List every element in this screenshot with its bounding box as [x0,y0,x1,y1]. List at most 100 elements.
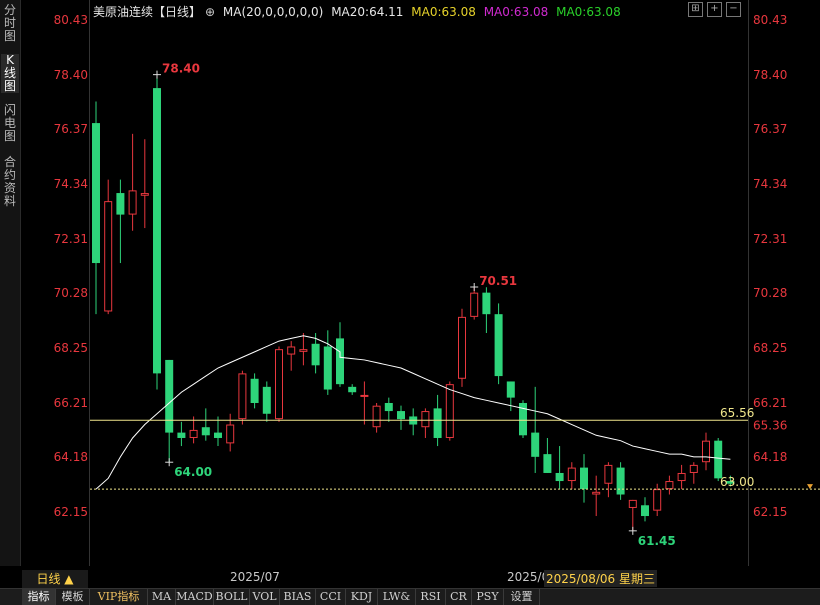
time-label: 2025/0 [507,570,550,584]
price-tick-label: 62.15 [53,505,88,519]
candle-body [372,405,381,428]
price-tick-label: 74.34 [53,176,88,191]
price-tick-label: 70.28 [53,286,88,301]
candle-body [421,411,430,428]
candle-body [323,346,332,390]
candle-body [250,378,259,403]
candle-body [458,316,466,379]
candle-body [397,411,405,420]
price-tick-label: 70.28 [753,286,788,301]
price-tick-label: 68.25 [53,340,88,355]
period-tag: 【日线】 [153,5,202,19]
candle-body [641,505,649,517]
price-tick-label: 78.40 [53,67,88,82]
indicator-tab[interactable]: VIP指标 [90,589,148,605]
left-tab-strip: 分时图 K线图 闪电图 合约资料 [0,0,21,566]
horizontal-line-label: 63.00 [720,475,754,489]
candle-body [189,429,198,438]
indicator-tab-bar: 指标 模板 VIP指标 MA MACD BOLL VOL BIAS CCI KDJ LW& RSI CR… [0,588,820,605]
candle-body [543,454,552,473]
price-tick-label: 80.43 [53,13,88,27]
candle-body [165,359,174,433]
indicator-tab[interactable]: CR [446,589,472,605]
extreme-value-label: 61.45 [638,534,676,548]
extreme-value-label: 70.51 [479,274,517,288]
price-tick-label: 74.34 [753,176,788,191]
current-price-label: 65.36 [753,419,787,433]
ma20-value: MA20:64.11 [331,5,404,19]
candle-body [262,386,271,414]
candle-body [275,349,283,420]
zoom-out-icon[interactable]: − [726,2,741,17]
tab-intraday[interactable]: 分时图 [1,4,19,43]
instrument-title: 美原油连续 [93,5,154,19]
candle-body [470,292,479,317]
indicator-tab[interactable]: KDJ [346,589,378,605]
add-icon[interactable]: ⊕ [205,5,215,19]
candle-body [580,467,588,490]
time-label: 2025/07 [230,570,280,584]
candle-body [677,472,686,482]
candle-body [665,481,674,490]
candle-body [604,464,613,484]
price-tick-label: 64.18 [753,450,788,465]
indicator-tab[interactable]: 指标 [22,589,56,605]
candle-body [445,384,454,438]
price-tick-label: 72.31 [53,231,88,246]
candle-body [92,123,100,264]
candle-body [506,381,515,398]
candle-body [201,427,210,436]
ma-c-value: MA0:63.08 [556,5,621,19]
candle-body [384,402,393,412]
candle-body [628,499,637,508]
maximize-icon[interactable]: ⊞ [688,2,703,17]
extreme-value-label: 78.40 [162,62,200,76]
indicator-tab[interactable]: BOLL [214,589,250,605]
candle-body [311,343,320,366]
candle-body [702,440,710,463]
ma-a-value: MA0:63.08 [411,5,476,19]
indicator-tab[interactable]: CCI [316,589,346,605]
candle-body [226,424,235,444]
tab-kline[interactable]: K线图 [1,54,19,93]
candle-body [616,467,625,495]
candle-body [348,386,357,393]
price-tick-label: 76.37 [53,122,88,137]
price-tick-label: 62.15 [753,505,788,519]
price-tick-label: 66.21 [53,395,88,410]
price-tick-label: 76.37 [753,122,788,137]
indicator-tab[interactable]: MA [148,589,176,605]
candle-body [153,88,161,374]
ma-spec: MA(20,0,0,0,0,0) [222,5,324,19]
indicator-tab[interactable]: 设置 [504,589,540,605]
candle-body [238,373,247,420]
indicator-tab[interactable]: MACD [176,589,214,605]
price-marker-icon [807,484,813,490]
candle-body [128,190,137,215]
price-tick-label: 64.18 [53,450,88,465]
price-tick-label: 68.25 [753,340,788,355]
horizontal-line-label: 65.56 [720,406,754,420]
indicator-tab[interactable]: LW& [378,589,416,605]
zoom-in-icon[interactable]: + [707,2,722,17]
candle-body [567,467,576,482]
period-selector[interactable]: 日线 ▲ [22,570,88,588]
price-tick-label: 66.21 [753,395,788,410]
candle-body [287,346,296,355]
indicator-tab[interactable]: BIAS [280,589,316,605]
candle-body [104,201,113,312]
indicator-tab[interactable]: 模板 [56,589,90,605]
indicator-tab[interactable]: VOL [250,589,280,605]
candle-body [140,193,149,196]
candle-body [360,394,369,397]
tab-flash[interactable]: 闪电图 [1,104,19,143]
candlestick-chart[interactable]: 65.56 63.00 65.36 78.40 64.00 70.51 61.45 [0,0,820,566]
indicator-tab[interactable]: PSY [472,589,504,605]
candle-body [433,408,442,438]
indicator-tab[interactable]: RSI [416,589,446,605]
chart-header: 美原油连续【日线】 ⊕ MA(20,0,0,0,0,0) MA20:64.11 M… [93,3,625,20]
price-tick-label: 80.43 [753,13,788,27]
tab-contract-info[interactable]: 合约资料 [1,156,19,208]
candle-body [714,440,723,479]
ma-b-value: MA0:63.08 [483,5,549,19]
